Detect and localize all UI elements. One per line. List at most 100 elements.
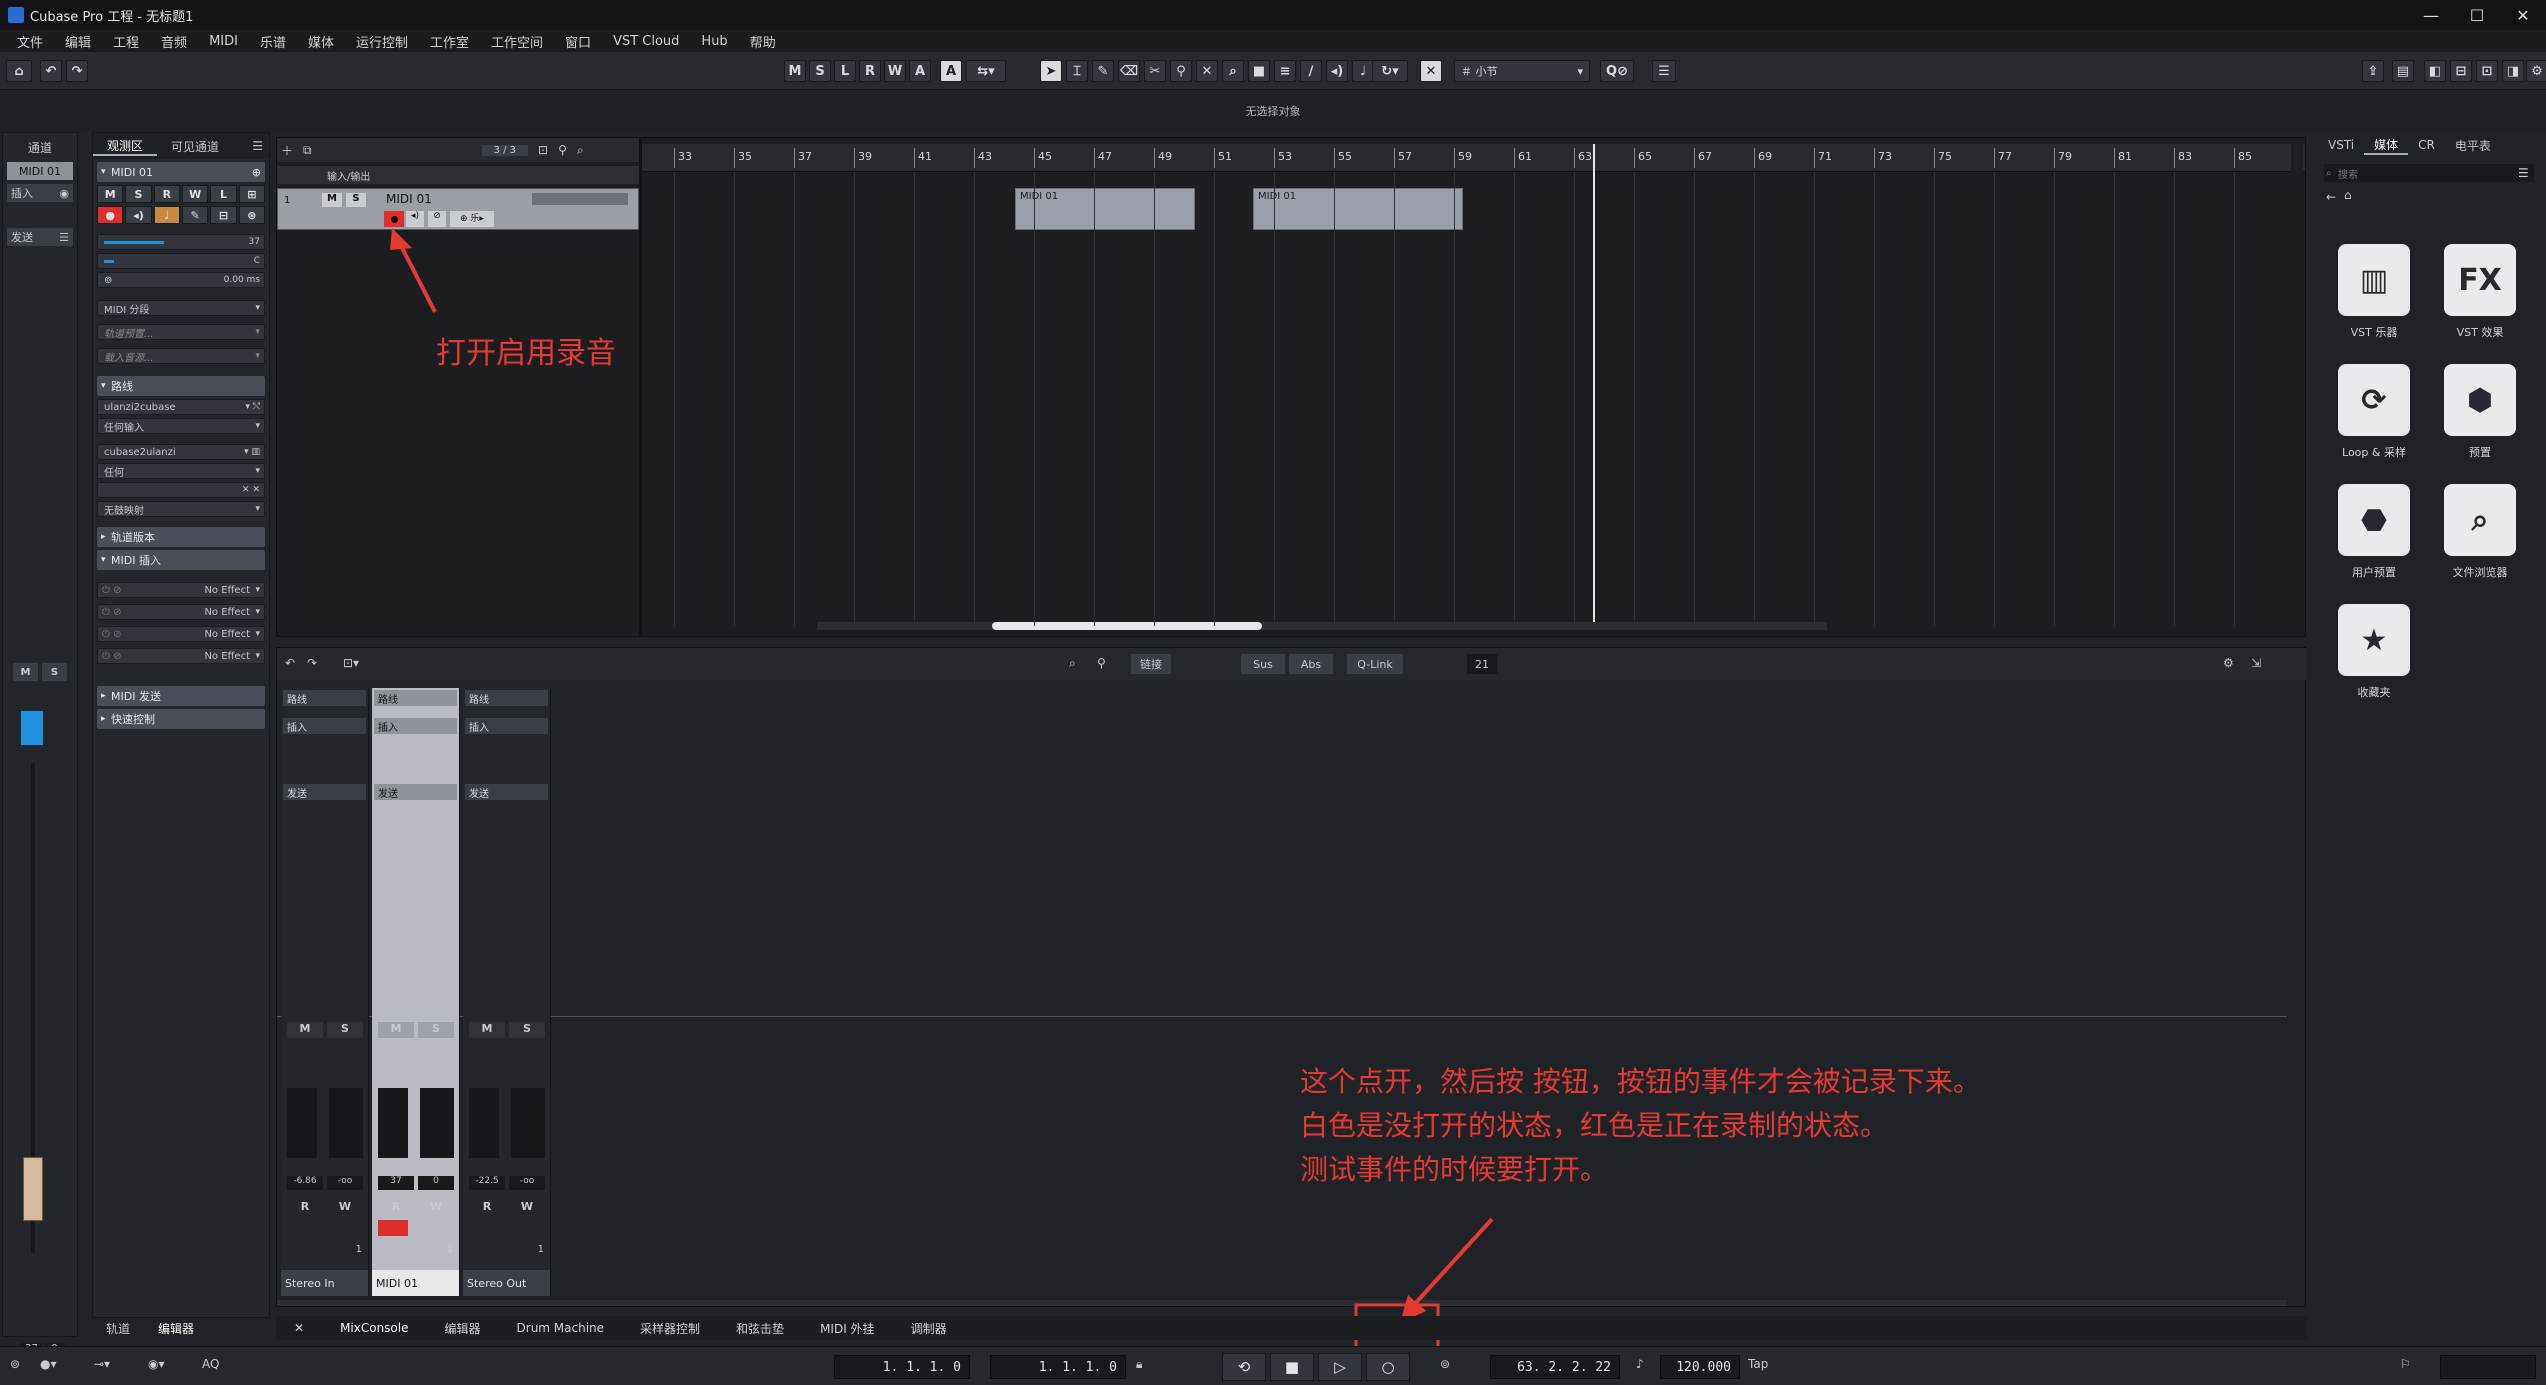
right-locator-field[interactable]: 1. 1. 1. 0 bbox=[990, 1355, 1126, 1379]
link-button[interactable]: 链接 bbox=[1131, 654, 1171, 674]
redo-icon[interactable]: ↷ bbox=[66, 60, 88, 82]
mixer-channel-strip[interactable]: 路线 插入 发送 M S 37 0 R W 1 MIDI 01 bbox=[372, 688, 460, 1296]
strip-volume-value[interactable]: -22.5 bbox=[469, 1176, 505, 1190]
mute-tool-icon[interactable]: ■ bbox=[1248, 60, 1270, 82]
strip-name[interactable]: Stereo Out bbox=[463, 1270, 550, 1296]
search-icon[interactable]: ⌕ bbox=[1069, 656, 1076, 671]
maximize-button[interactable]: ☐ bbox=[2454, 0, 2500, 30]
project-cursor[interactable] bbox=[1593, 144, 1595, 626]
volume-fader-handle[interactable] bbox=[23, 1157, 43, 1221]
file-browser-icon[interactable]: ⌕ bbox=[2444, 484, 2516, 556]
record-enable-button[interactable]: ● bbox=[97, 206, 124, 224]
lower-tab[interactable]: 编辑器 bbox=[427, 1320, 499, 1337]
strip-write-button[interactable]: W bbox=[327, 1200, 363, 1216]
autoquantize-button[interactable]: AQ bbox=[202, 1357, 219, 1371]
channel-count-field[interactable]: 21 bbox=[1467, 654, 1497, 674]
media-tab[interactable]: VSTi bbox=[2318, 138, 2364, 152]
strip-insert-label[interactable]: 插入 bbox=[465, 718, 548, 734]
midi-insert-slot[interactable]: ⏻ ⊘ No Effect ▾ bbox=[97, 582, 265, 598]
abs-button[interactable]: Abs bbox=[1289, 654, 1333, 674]
erase-tool-icon[interactable]: ⌫ bbox=[1118, 60, 1140, 82]
snap-type-icon[interactable]: ↻▾ bbox=[1372, 60, 1408, 82]
strip-solo-button[interactable]: S bbox=[418, 1022, 454, 1038]
strip-solo-button[interactable]: S bbox=[509, 1022, 545, 1038]
menu-item[interactable]: 编辑 bbox=[65, 32, 91, 51]
secondary-time-display[interactable] bbox=[2440, 1355, 2536, 1379]
strip-fader[interactable] bbox=[378, 1088, 408, 1158]
strip-send-label[interactable]: 发送 bbox=[283, 784, 366, 800]
timeline-ruler[interactable]: 33 35 37 39 41 43 45 47 49 51 53 55 57 59 61 63 65 67 69 71… bbox=[642, 144, 2305, 172]
lower-tab[interactable]: 调制器 bbox=[893, 1320, 965, 1337]
strip-read-button[interactable]: R bbox=[469, 1200, 505, 1216]
channel-name[interactable]: MIDI 01 bbox=[7, 162, 73, 180]
piano-icon[interactable]: ▥ bbox=[2338, 244, 2410, 316]
midi-insert-slot[interactable]: ⏻ ⊘ No Effect ▾ bbox=[97, 648, 265, 664]
auto-scroll-icon[interactable]: ⇆▾ bbox=[966, 60, 1006, 82]
bank-program-field[interactable]: ✕ ✕ bbox=[97, 482, 265, 498]
zoom-tool-icon[interactable]: ⌕ bbox=[1222, 60, 1244, 82]
track-volume-slider[interactable] bbox=[532, 193, 628, 205]
midi-input-select[interactable]: ulanzi2cubase ▾ ⤲ bbox=[97, 399, 265, 415]
mode-button-a[interactable]: A bbox=[909, 60, 931, 82]
strip-read-button[interactable]: R bbox=[378, 1200, 414, 1216]
mixer-divider[interactable] bbox=[277, 1016, 2287, 1017]
scrollbar-thumb[interactable] bbox=[992, 622, 1262, 630]
mixer-channel-strip[interactable]: 路线 插入 发送 M S -22.5 -oo R W 1 Stereo Out bbox=[463, 688, 551, 1296]
midi-insert-slot[interactable]: ⏻ ⊘ No Effect ▾ bbox=[97, 626, 265, 642]
undo-icon[interactable]: ↶ bbox=[40, 60, 62, 82]
strip-write-button[interactable]: W bbox=[509, 1200, 545, 1216]
lock-icon[interactable]: 🔒︎ bbox=[1136, 1357, 1142, 1372]
section-midi-inserts[interactable]: MIDI 插入 bbox=[97, 550, 265, 570]
cycle-button[interactable]: ⟲ bbox=[1222, 1353, 1266, 1381]
preset-icon[interactable]: ⬢ bbox=[2444, 364, 2516, 436]
marker-icon[interactable]: ⚐ bbox=[2400, 1357, 2411, 1371]
filter-icon[interactable]: ⚲ bbox=[558, 143, 567, 157]
lower-tab[interactable]: 采样器控制 bbox=[622, 1320, 718, 1337]
strip-name[interactable]: Stereo In bbox=[281, 1270, 368, 1296]
strip-fader[interactable] bbox=[469, 1088, 499, 1158]
insert-power-icon[interactable]: ⏻ ⊘ bbox=[102, 651, 121, 662]
time-base-icon[interactable]: ♩ bbox=[153, 206, 180, 224]
metronome-icon[interactable]: ⊚ bbox=[1440, 1357, 1450, 1371]
volume-slider[interactable]: 37 bbox=[97, 234, 265, 250]
inspector-menu-icon[interactable]: ☰ bbox=[246, 139, 269, 153]
insert-power-icon[interactable]: ⏻ ⊘ bbox=[102, 585, 121, 596]
menu-item[interactable]: 运行控制 bbox=[356, 32, 408, 51]
strip-routing-label[interactable]: 路线 bbox=[374, 690, 457, 706]
read-button[interactable]: R bbox=[153, 185, 180, 203]
media-tab[interactable]: 电平表 bbox=[2445, 137, 2501, 154]
vertical-zoom-bar[interactable] bbox=[2291, 142, 2303, 626]
menu-item[interactable]: 媒体 bbox=[308, 32, 334, 51]
insert-power-icon[interactable]: ⏻ ⊘ bbox=[102, 607, 121, 618]
track-visibility-icon[interactable]: ⊡ bbox=[538, 143, 548, 157]
solo-button[interactable]: S bbox=[125, 185, 152, 203]
mute-button[interactable]: M bbox=[97, 185, 124, 203]
insert-power-icon[interactable]: ⏻ ⊘ bbox=[102, 629, 121, 640]
tab-tracks[interactable]: 轨道 bbox=[92, 1318, 144, 1340]
midi-split-select[interactable]: MIDI 分段 ▾ bbox=[97, 300, 265, 316]
track-solo-button[interactable]: S bbox=[346, 193, 366, 207]
program-stepper-icon[interactable]: ✕ ✕ bbox=[242, 485, 260, 495]
edit-channel-icon[interactable]: ⊕ bbox=[252, 166, 261, 179]
midi-part[interactable]: MIDI 01 bbox=[1015, 188, 1195, 230]
section-quick-controls[interactable]: 快速控制 bbox=[97, 709, 265, 729]
tab-editor[interactable]: 编辑器 bbox=[144, 1318, 208, 1340]
menu-item[interactable]: MIDI bbox=[209, 34, 238, 49]
more-icon[interactable]: ⊞ bbox=[238, 185, 265, 203]
media-tab[interactable]: 媒体 bbox=[2364, 136, 2409, 155]
media-tab[interactable]: CR bbox=[2408, 138, 2445, 152]
section-midi-sends[interactable]: MIDI 发送 bbox=[97, 686, 265, 706]
glue-tool-icon[interactable]: ⚲ bbox=[1170, 60, 1192, 82]
grid-type-select[interactable]: ＃ 小节 ▾ bbox=[1454, 60, 1590, 82]
right-zone-toggle-icon[interactable]: ◨ bbox=[2502, 60, 2524, 82]
settings-icon[interactable]: ⚙ bbox=[2223, 656, 2234, 670]
track-preset-select[interactable]: 轨道预置... ▾ bbox=[97, 324, 265, 340]
strip-send-label[interactable]: 发送 bbox=[374, 784, 457, 800]
strip-volume-value[interactable]: 37 bbox=[378, 1176, 414, 1190]
arrange-icon[interactable]: ☰ bbox=[1652, 60, 1676, 82]
solo-button[interactable]: S bbox=[42, 663, 67, 681]
write-button[interactable]: W bbox=[181, 185, 209, 203]
tab-visibility[interactable]: 可见通道 bbox=[157, 138, 233, 155]
close-button[interactable]: ✕ bbox=[2500, 0, 2546, 30]
track-list-divider[interactable] bbox=[639, 138, 642, 636]
